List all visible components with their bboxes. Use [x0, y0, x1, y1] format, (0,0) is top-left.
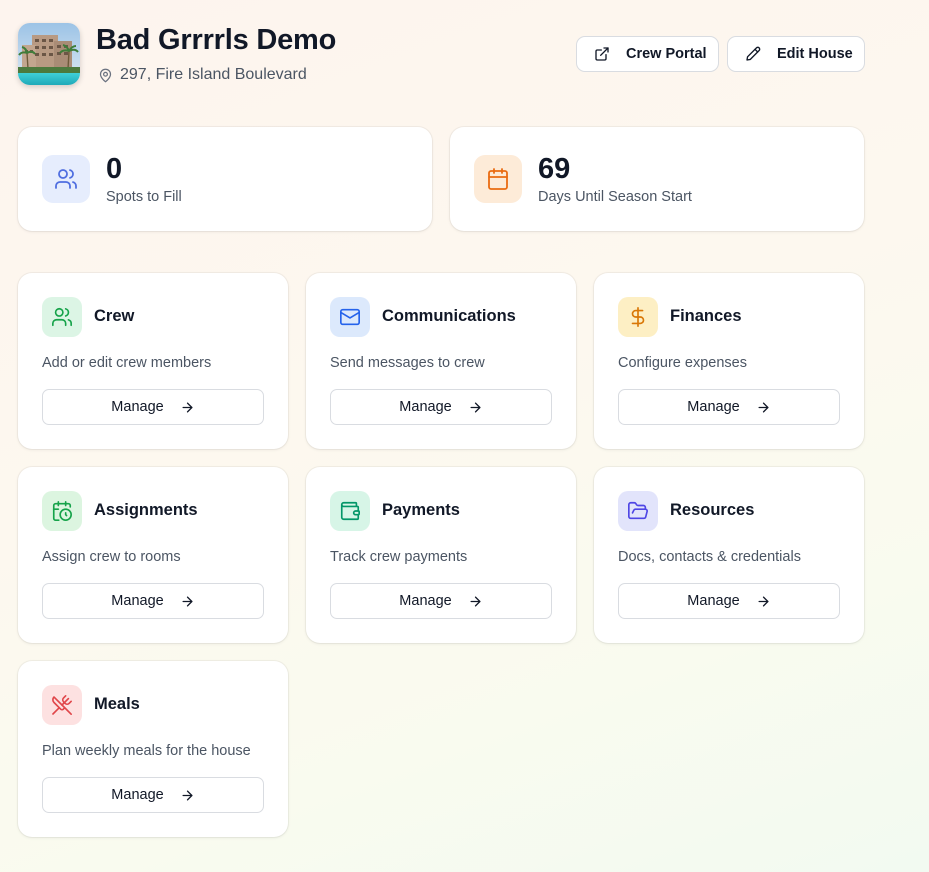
utensils-crossed-icon: [52, 695, 72, 715]
users-icon: [52, 307, 72, 327]
card-icon-box: [42, 297, 82, 337]
card-description: Plan weekly meals for the house: [42, 743, 251, 759]
card-title: Crew: [94, 307, 135, 325]
edit-house-button[interactable]: Edit House: [727, 36, 865, 72]
arrow-right-icon: [182, 596, 193, 606]
card-description: Send messages to crew: [330, 355, 485, 371]
card-finances: Finances Configure expenses Manage: [594, 273, 864, 449]
card-icon-box: [330, 491, 370, 531]
stat-icon-box: [474, 155, 522, 203]
stat-value: 69: [538, 153, 571, 185]
card-icon-box: [618, 491, 658, 531]
card-title: Finances: [670, 307, 742, 325]
manage-label: Manage: [687, 399, 740, 415]
stat-label: Days Until Season Start: [538, 189, 692, 205]
arrow-right-icon: [182, 790, 193, 800]
arrow-right-icon: [470, 402, 481, 412]
crew-portal-label: Crew Portal: [626, 46, 707, 62]
dollar-icon: [631, 307, 645, 327]
manage-assignments-button[interactable]: Manage: [42, 583, 264, 619]
card-icon-box: [42, 685, 82, 725]
wallet-icon: [340, 501, 360, 521]
stat-value: 0: [106, 153, 123, 185]
arrow-right-icon: [758, 402, 769, 412]
card-icon-box: [42, 491, 82, 531]
arrow-right-icon: [182, 402, 193, 412]
manage-meals-button[interactable]: Manage: [42, 777, 264, 813]
card-description: Assign crew to rooms: [42, 549, 181, 565]
stat-spots-to-fill: 0 Spots to Fill: [18, 127, 432, 231]
manage-finances-button[interactable]: Manage: [618, 389, 840, 425]
manage-label: Manage: [399, 593, 452, 609]
users-icon: [55, 169, 77, 189]
manage-label: Manage: [111, 399, 164, 415]
edit-house-label: Edit House: [777, 46, 853, 62]
pencil-icon: [746, 46, 761, 61]
manage-communications-button[interactable]: Manage: [330, 389, 552, 425]
card-assignments: Assignments Assign crew to rooms Manage: [18, 467, 288, 643]
manage-crew-button[interactable]: Manage: [42, 389, 264, 425]
manage-label: Manage: [111, 593, 164, 609]
card-title: Resources: [670, 501, 755, 519]
external-link-icon: [595, 47, 609, 61]
card-description: Docs, contacts & credentials: [618, 549, 801, 565]
house-address: 297, Fire Island Boulevard: [98, 65, 307, 85]
card-title: Assignments: [94, 501, 198, 519]
house-thumbnail: [18, 23, 80, 85]
card-resources: Resources Docs, contacts & credentials M…: [594, 467, 864, 643]
card-icon-box: [618, 297, 658, 337]
crew-portal-button[interactable]: Crew Portal: [576, 36, 719, 72]
card-title: Meals: [94, 695, 140, 713]
manage-payments-button[interactable]: Manage: [330, 583, 552, 619]
stat-icon-box: [42, 155, 90, 203]
arrow-right-icon: [470, 596, 481, 606]
manage-label: Manage: [111, 787, 164, 803]
map-pin-icon: [99, 68, 112, 82]
card-description: Track crew payments: [330, 549, 468, 565]
folder-open-icon: [628, 501, 648, 520]
house-header: Bad Grrrrls Demo 297, Fire Island Boulev…: [18, 23, 865, 87]
card-title: Payments: [382, 501, 460, 519]
card-description: Add or edit crew members: [42, 355, 212, 371]
card-payments: Payments Track crew payments Manage: [306, 467, 576, 643]
calendar-icon: [488, 168, 508, 190]
calendar-clock-icon: [52, 501, 72, 521]
card-title: Communications: [382, 307, 516, 325]
card-communications: Communications Send messages to crew Man…: [306, 273, 576, 449]
card-crew: Crew Add or edit crew members Manage: [18, 273, 288, 449]
manage-resources-button[interactable]: Manage: [618, 583, 840, 619]
house-title: Bad Grrrrls Demo: [96, 24, 337, 56]
card-description: Configure expenses: [618, 355, 747, 371]
manage-label: Manage: [399, 399, 452, 415]
card-icon-box: [330, 297, 370, 337]
mail-icon: [340, 308, 360, 326]
arrow-right-icon: [758, 596, 769, 606]
stat-days-until-season: 69 Days Until Season Start: [450, 127, 864, 231]
manage-label: Manage: [687, 593, 740, 609]
address-text: 297, Fire Island Boulevard: [120, 66, 307, 83]
card-meals: Meals Plan weekly meals for the house Ma…: [18, 661, 288, 837]
stat-label: Spots to Fill: [106, 189, 182, 205]
